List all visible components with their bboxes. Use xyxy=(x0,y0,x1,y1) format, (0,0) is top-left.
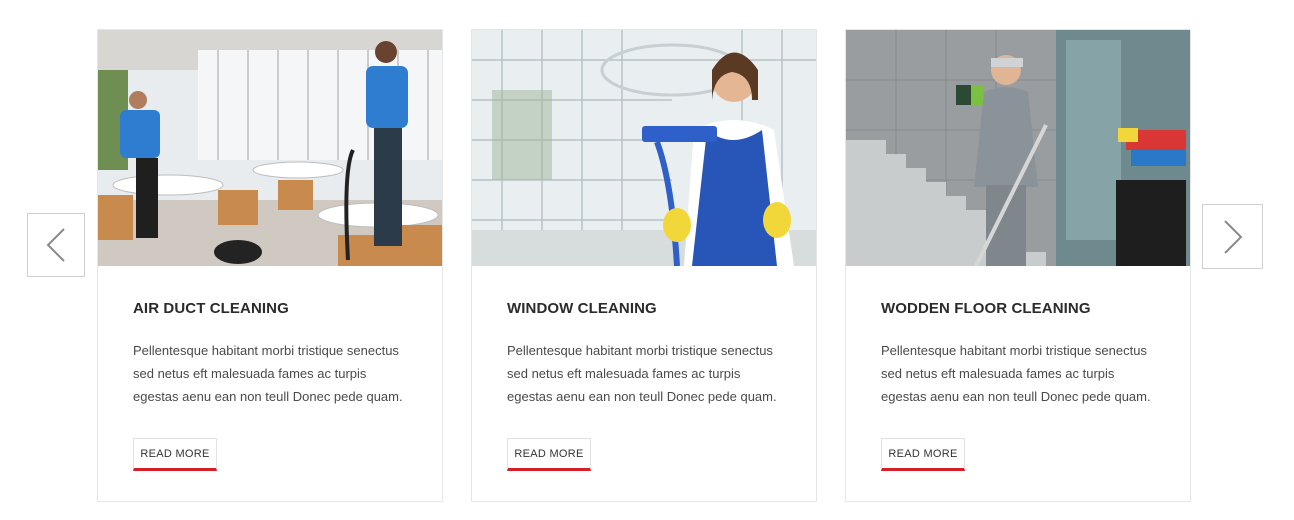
woman-with-mop-atrium-photo xyxy=(472,30,816,266)
service-image xyxy=(846,30,1190,266)
service-image xyxy=(98,30,442,266)
cleaner-mopping-stairwell-photo xyxy=(846,30,1190,266)
read-more-button[interactable]: READ MORE xyxy=(133,438,217,471)
cleaning-crew-cafeteria-photo xyxy=(98,30,442,266)
chevron-right-icon xyxy=(1223,219,1242,254)
service-card: AIR DUCT CLEANING Pellentesque habitant … xyxy=(97,29,443,502)
service-image xyxy=(472,30,816,266)
carousel-prev-button[interactable] xyxy=(27,213,85,277)
read-more-button[interactable]: READ MORE xyxy=(507,438,591,471)
service-card: WINDOW CLEANING Pellentesque habitant mo… xyxy=(471,29,817,502)
carousel-next-button[interactable] xyxy=(1202,204,1263,269)
card-description: Pellentesque habitant morbi tristique se… xyxy=(881,343,1151,404)
card-title: WINDOW CLEANING xyxy=(507,300,657,317)
card-description: Pellentesque habitant morbi tristique se… xyxy=(507,343,777,404)
read-more-button[interactable]: READ MORE xyxy=(881,438,965,471)
card-title: WODDEN FLOOR CLEANING xyxy=(881,300,1091,317)
card-title: AIR DUCT CLEANING xyxy=(133,300,289,317)
service-card: WODDEN FLOOR CLEANING Pellentesque habit… xyxy=(845,29,1191,502)
card-description: Pellentesque habitant morbi tristique se… xyxy=(133,343,403,404)
chevron-left-icon xyxy=(46,228,65,262)
